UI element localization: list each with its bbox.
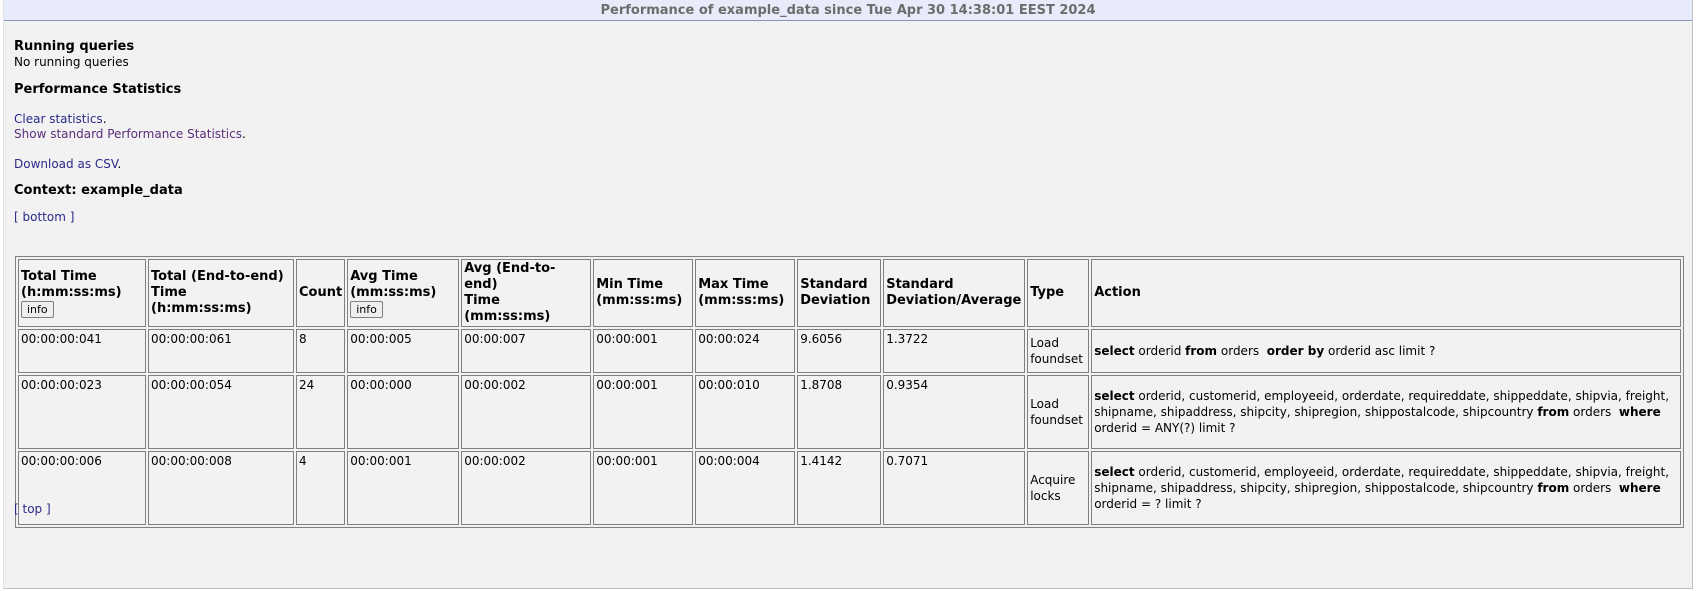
download-csv-link[interactable]: Download as CSV — [14, 157, 118, 171]
cell-total-time: 00:00:00:041 — [18, 329, 146, 373]
header-action: Action — [1091, 259, 1681, 327]
standard-statistics-line: Show standard Performance Statistics. — [14, 127, 246, 141]
cell-avg-time: 00:00:000 — [347, 375, 460, 449]
table-row: 00:00:00:023 00:00:00:054 24 00:00:000 0… — [18, 375, 1681, 449]
browser-frame: Performance of example_data since Tue Ap… — [3, 0, 1693, 589]
context-heading: Context: example_data — [14, 183, 183, 198]
cell-type: Load foundset — [1027, 329, 1090, 373]
cell-avg-e2e-time: 00:00:002 — [461, 375, 592, 449]
cell-type: Acquire locks — [1027, 451, 1090, 525]
cell-standard-deviation: 1.8708 — [797, 375, 882, 449]
performance-table: Total Time (h:mm:ss:ms) info Total (End-… — [15, 256, 1684, 528]
performance-statistics-heading: Performance Statistics — [14, 82, 182, 97]
cell-std-dev-average: 0.7071 — [883, 451, 1026, 525]
cell-std-dev-average: 1.3722 — [883, 329, 1026, 373]
cell-action: select orderid, customerid, employeeid, … — [1091, 451, 1681, 525]
cell-min-time: 00:00:001 — [593, 451, 694, 525]
cell-max-time: 00:00:004 — [695, 451, 796, 525]
cell-action: select orderid from orders order by orde… — [1091, 329, 1681, 373]
cell-standard-deviation: 1.4142 — [797, 451, 882, 525]
cell-total-e2e-time: 00:00:00:054 — [148, 375, 294, 449]
top-link[interactable]: [ top ] — [14, 502, 51, 516]
clear-statistics-line: Clear statistics. — [14, 112, 107, 126]
running-queries-status: No running queries — [14, 55, 129, 69]
cell-count: 8 — [296, 329, 346, 373]
cell-count: 4 — [296, 451, 346, 525]
header-min-time: Min Time (mm:ss:ms) — [593, 259, 694, 327]
table-row: 00:00:00:006 00:00:00:008 4 00:00:001 00… — [18, 451, 1681, 525]
cell-min-time: 00:00:001 — [593, 329, 694, 373]
total-time-info-button[interactable]: info — [21, 300, 54, 318]
cell-standard-deviation: 9.6056 — [797, 329, 882, 373]
cell-action: select orderid, customerid, employeeid, … — [1091, 375, 1681, 449]
header-max-time: Max Time (mm:ss:ms) — [695, 259, 796, 327]
page-title-bar: Performance of example_data since Tue Ap… — [4, 0, 1692, 21]
clear-statistics-link[interactable]: Clear statistics — [14, 112, 103, 126]
cell-avg-time: 00:00:001 — [347, 451, 460, 525]
cell-avg-e2e-time: 00:00:002 — [461, 451, 592, 525]
cell-total-time: 00:00:00:023 — [18, 375, 146, 449]
header-avg-time: Avg Time (mm:ss:ms) info — [347, 259, 460, 327]
cell-min-time: 00:00:001 — [593, 375, 694, 449]
cell-max-time: 00:00:010 — [695, 375, 796, 449]
avg-time-info-button[interactable]: info — [350, 300, 383, 318]
cell-type: Load foundset — [1027, 375, 1090, 449]
cell-total-e2e-time: 00:00:00:061 — [148, 329, 294, 373]
bottom-link[interactable]: [ bottom ] — [14, 210, 74, 224]
header-type: Type — [1027, 259, 1090, 327]
cell-avg-time: 00:00:005 — [347, 329, 460, 373]
show-standard-statistics-link[interactable]: Show standard Performance Statistics — [14, 127, 242, 141]
table-header-row: Total Time (h:mm:ss:ms) info Total (End-… — [18, 259, 1681, 327]
cell-max-time: 00:00:024 — [695, 329, 796, 373]
header-count: Count — [296, 259, 346, 327]
header-avg-e2e-time: Avg (End-to-end) Time (mm:ss:ms) — [461, 259, 592, 327]
header-std-dev-average: Standard Deviation/Average — [883, 259, 1026, 327]
table-row: 00:00:00:041 00:00:00:061 8 00:00:005 00… — [18, 329, 1681, 373]
cell-std-dev-average: 0.9354 — [883, 375, 1026, 449]
header-total-e2e-time: Total (End-to-end) Time (h:mm:ss:ms) — [148, 259, 294, 327]
cell-avg-e2e-time: 00:00:007 — [461, 329, 592, 373]
header-standard-deviation: Standard Deviation — [797, 259, 882, 327]
cell-total-e2e-time: 00:00:00:008 — [148, 451, 294, 525]
cell-count: 24 — [296, 375, 346, 449]
header-total-time: Total Time (h:mm:ss:ms) info — [18, 259, 146, 327]
running-queries-heading: Running queries — [14, 39, 135, 54]
download-csv-line: Download as CSV. — [14, 157, 122, 171]
